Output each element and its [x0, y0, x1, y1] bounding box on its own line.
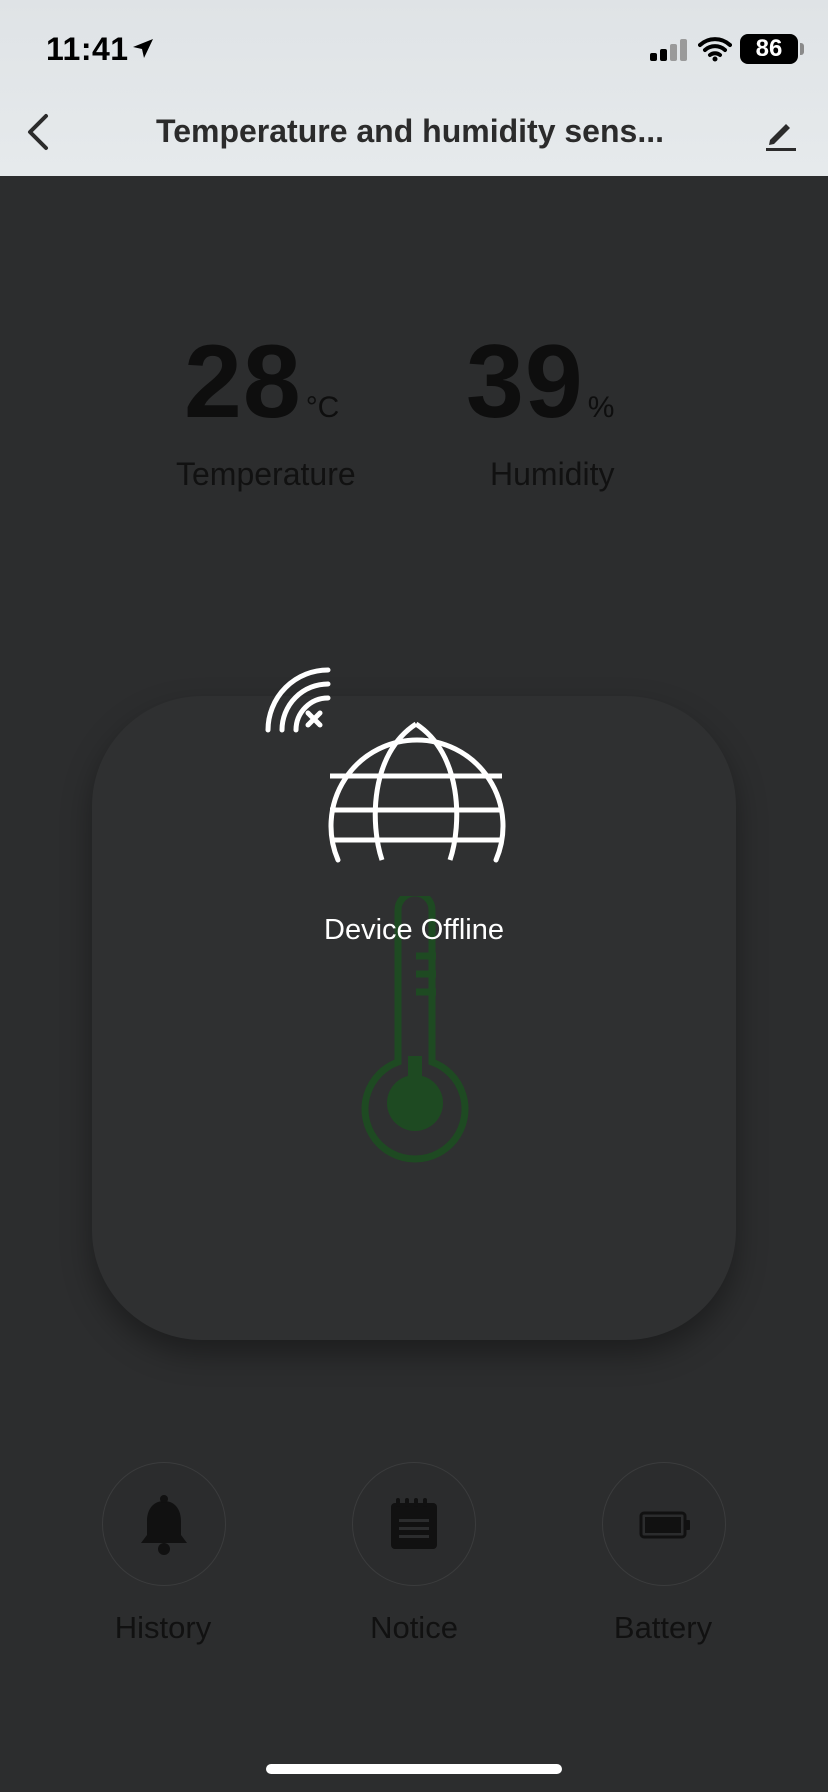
humidity-label: Humidity [490, 456, 615, 492]
wifi-icon [698, 37, 732, 62]
temperature-unit: °C [305, 391, 340, 424]
offline-overlay-icon [265, 667, 506, 863]
temperature-label: Temperature [176, 456, 356, 492]
battery-icon [639, 1511, 690, 1539]
notepad-icon [391, 1498, 437, 1549]
wifi-off-icon [265, 667, 331, 733]
status-time: 11:41 [46, 31, 129, 67]
humidity-reading: 39% [466, 330, 614, 434]
header: 11:41 86 Temperature and humidity sens..… [0, 0, 828, 176]
offline-message: Device Offline [324, 914, 504, 946]
history-label: History [114, 1610, 212, 1645]
location-arrow-icon [133, 39, 153, 58]
bell-icon [141, 1495, 187, 1555]
page-title: Temperature and humidity sens... [156, 113, 664, 149]
notice-button[interactable] [352, 1462, 476, 1586]
battery-button[interactable] [602, 1462, 726, 1586]
battery-label: Battery [613, 1610, 713, 1645]
pencil-icon[interactable] [760, 112, 802, 154]
home-indicator [266, 1764, 562, 1774]
temperature-reading: 28 °C [184, 330, 339, 434]
back-button[interactable] [16, 108, 60, 156]
cellular-signal-icon [650, 39, 687, 61]
temperature-value: 28 [184, 324, 302, 440]
notice-label: Notice [370, 1610, 458, 1645]
battery-status: 86 [740, 34, 798, 64]
humidity-unit: % [587, 391, 615, 424]
battery-nub [800, 43, 804, 55]
globe-icon [328, 721, 506, 863]
history-button[interactable] [102, 1462, 226, 1586]
humidity-value: 39 [466, 324, 584, 440]
